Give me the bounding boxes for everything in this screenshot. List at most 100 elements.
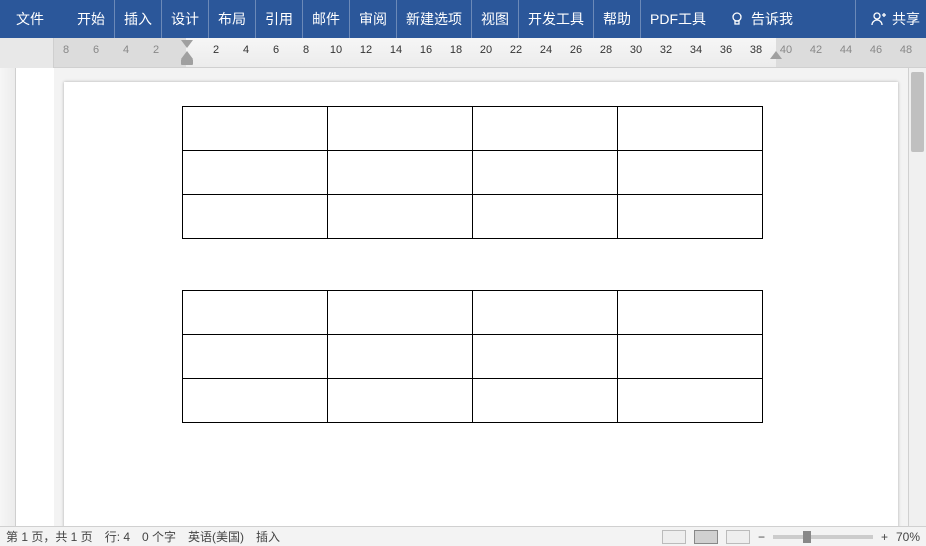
status-page[interactable]: 第 1 页，共 1 页 [6, 528, 93, 545]
ruler-tick: 8 [303, 44, 309, 56]
status-line[interactable]: 行: 4 [105, 528, 130, 545]
table-cell[interactable] [328, 151, 473, 195]
table-cell[interactable] [473, 379, 618, 423]
ruler-tick: 26 [570, 44, 582, 56]
table-cell[interactable] [183, 151, 328, 195]
table-cell[interactable] [473, 151, 618, 195]
page-area[interactable] [54, 68, 908, 526]
ruler-tick: 14 [390, 44, 402, 56]
ruler-tick: 22 [510, 44, 522, 56]
ruler-tick: 2 [153, 44, 159, 56]
table-cell[interactable] [183, 195, 328, 239]
view-web-button[interactable] [726, 530, 750, 544]
tab-view[interactable]: 视图 [472, 0, 519, 38]
table-cell[interactable] [183, 291, 328, 335]
work-area [0, 68, 926, 526]
table-cell[interactable] [618, 195, 763, 239]
tab-help[interactable]: 帮助 [594, 0, 641, 38]
table-cell[interactable] [473, 195, 618, 239]
status-mode[interactable]: 插入 [256, 528, 280, 545]
ruler-tick: 12 [360, 44, 372, 56]
table-row[interactable] [183, 107, 763, 151]
table-cell[interactable] [328, 107, 473, 151]
tab-label: 引用 [265, 9, 293, 29]
zoom-plus[interactable]: + [881, 530, 888, 544]
indent-left-marker[interactable] [181, 59, 193, 65]
zoom-slider[interactable] [773, 535, 873, 539]
tellme-button[interactable]: 告诉我 [715, 0, 807, 38]
table-cell[interactable] [328, 335, 473, 379]
ruler-tick: 8 [63, 44, 69, 56]
ruler-tick: 36 [720, 44, 732, 56]
status-lang[interactable]: 英语(美国) [188, 528, 244, 545]
share-button[interactable]: 共享 [855, 0, 926, 38]
ruler-tick: 24 [540, 44, 552, 56]
zoom-value[interactable]: 70% [896, 530, 920, 544]
tab-review[interactable]: 审阅 [350, 0, 397, 38]
scrollbar-thumb[interactable] [911, 72, 924, 152]
table-cell[interactable] [473, 107, 618, 151]
indent-hanging-marker[interactable] [181, 51, 193, 59]
table-cell[interactable] [328, 195, 473, 239]
document-table[interactable] [182, 290, 763, 423]
table-cell[interactable] [473, 291, 618, 335]
tab-label: 开始 [77, 9, 105, 29]
table-cell[interactable] [618, 107, 763, 151]
tab-label: 帮助 [603, 9, 631, 29]
ribbon-spacer [60, 0, 68, 38]
tab-design[interactable]: 设计 [162, 0, 209, 38]
table-row[interactable] [183, 335, 763, 379]
table-row[interactable] [183, 195, 763, 239]
zoom-thumb[interactable] [803, 531, 811, 543]
ruler-tick: 2 [213, 44, 219, 56]
tab-insert[interactable]: 插入 [115, 0, 162, 38]
tab-label: 开发工具 [528, 9, 584, 29]
indent-right-marker[interactable] [770, 51, 782, 59]
tab-label: 新建选项 [406, 9, 462, 29]
view-print-button[interactable] [694, 530, 718, 544]
ruler-tick: 32 [660, 44, 672, 56]
tab-developer[interactable]: 开发工具 [519, 0, 594, 38]
table-row[interactable] [183, 291, 763, 335]
ruler-tick: 18 [450, 44, 462, 56]
ruler-corner [0, 38, 54, 68]
document-table[interactable] [182, 106, 763, 239]
table-row[interactable] [183, 379, 763, 423]
table-cell[interactable] [183, 379, 328, 423]
file-tab[interactable]: 文件 [0, 0, 60, 38]
table-cell[interactable] [183, 335, 328, 379]
table-cell[interactable] [618, 335, 763, 379]
tab-newoption[interactable]: 新建选项 [397, 0, 472, 38]
table-cell[interactable] [618, 151, 763, 195]
view-read-button[interactable] [662, 530, 686, 544]
status-words[interactable]: 0 个字 [142, 528, 176, 545]
vertical-ruler[interactable] [0, 68, 16, 526]
person-plus-icon [870, 11, 886, 27]
tab-home[interactable]: 开始 [68, 0, 115, 38]
tab-label: PDF工具 [650, 9, 706, 29]
table-cell[interactable] [618, 291, 763, 335]
ruler-tick: 6 [93, 44, 99, 56]
vertical-scrollbar[interactable] [908, 68, 926, 526]
ribbon: 文件 开始 插入 设计 布局 引用 邮件 审阅 新建选项 视图 开发工具 帮助 … [0, 0, 926, 38]
horizontal-ruler[interactable]: 8642246810121416182022242628303234363840… [54, 38, 926, 67]
table-cell[interactable] [183, 107, 328, 151]
share-label: 共享 [892, 9, 920, 29]
table-cell[interactable] [618, 379, 763, 423]
zoom-minus[interactable]: − [758, 530, 765, 544]
tab-mailings[interactable]: 邮件 [303, 0, 350, 38]
tab-pdf[interactable]: PDF工具 [641, 0, 715, 38]
table-row[interactable] [183, 151, 763, 195]
tab-label: 设计 [171, 9, 199, 29]
table-cell[interactable] [328, 291, 473, 335]
ruler-tick: 10 [330, 44, 342, 56]
table-cell[interactable] [328, 379, 473, 423]
tab-layout[interactable]: 布局 [209, 0, 256, 38]
tab-label: 审阅 [359, 9, 387, 29]
page-content[interactable] [64, 82, 898, 526]
indent-first-line-marker[interactable] [181, 40, 193, 48]
ruler-tick: 4 [243, 44, 249, 56]
tab-references[interactable]: 引用 [256, 0, 303, 38]
table-cell[interactable] [473, 335, 618, 379]
tellme-label: 告诉我 [751, 9, 793, 29]
